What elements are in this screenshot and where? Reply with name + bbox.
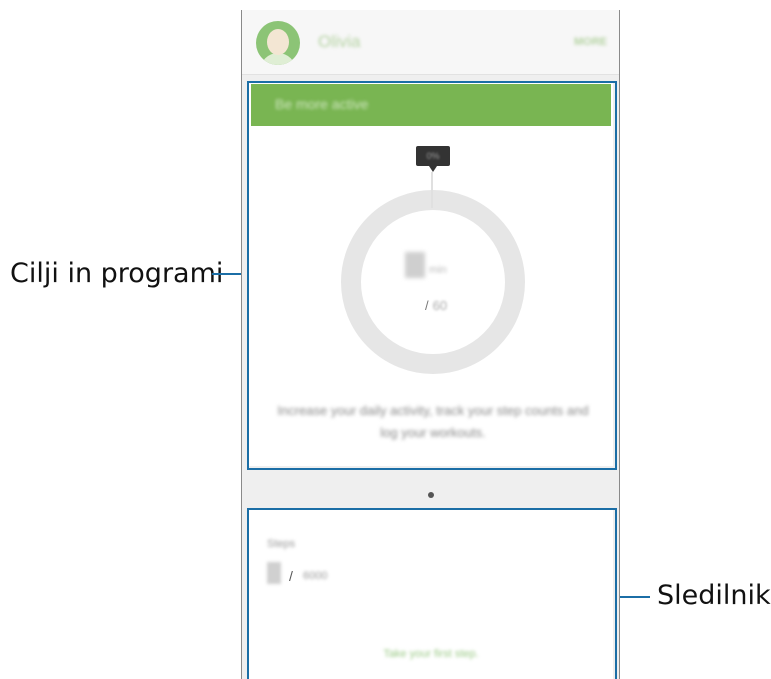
avatar-face: [267, 29, 289, 55]
goal-description: Increase your daily activity, track your…: [277, 403, 589, 440]
progress-badge: 0%: [416, 146, 450, 172]
activity-value: 0: [405, 252, 425, 278]
more-button[interactable]: MORE: [574, 36, 607, 48]
steps-label: Steps: [267, 538, 296, 550]
progress-badge-text: 0%: [426, 151, 440, 161]
activity-goal: /60: [425, 298, 447, 313]
steps-value: 0: [267, 562, 281, 584]
progress-ring: [341, 190, 525, 374]
activity-goal-separator: /: [425, 298, 429, 313]
profile-name[interactable]: Olivia: [318, 32, 361, 52]
steps-tracker-card[interactable]: Steps 0 / 6000 Take your first step.: [249, 510, 613, 679]
phone-screen: Olivia MORE Be more active 0% 0 min /60 …: [241, 10, 620, 679]
profile-bar: Olivia MORE: [242, 10, 619, 75]
first-step-message[interactable]: Take your first step.: [249, 648, 613, 660]
goal-card-header: Be more active: [251, 84, 611, 126]
steps-goal: 6000: [303, 570, 328, 582]
steps-separator: /: [289, 568, 293, 584]
page: Cilji in programi Sledilniki Olivia MORE…: [0, 0, 771, 679]
trackers-callout-label: Sledilniki: [657, 580, 771, 611]
goal-card[interactable]: Be more active 0% 0 min /60 Increase you…: [249, 82, 613, 466]
page-indicator-dot[interactable]: [428, 492, 434, 498]
avatar[interactable]: [256, 21, 300, 65]
progress-ring-marker: [431, 172, 433, 208]
goal-card-title: Be more active: [275, 96, 369, 112]
goals-callout-label: Cilji in programi: [10, 258, 224, 289]
activity-unit: min: [429, 264, 447, 276]
activity-goal-value: 60: [432, 298, 448, 313]
